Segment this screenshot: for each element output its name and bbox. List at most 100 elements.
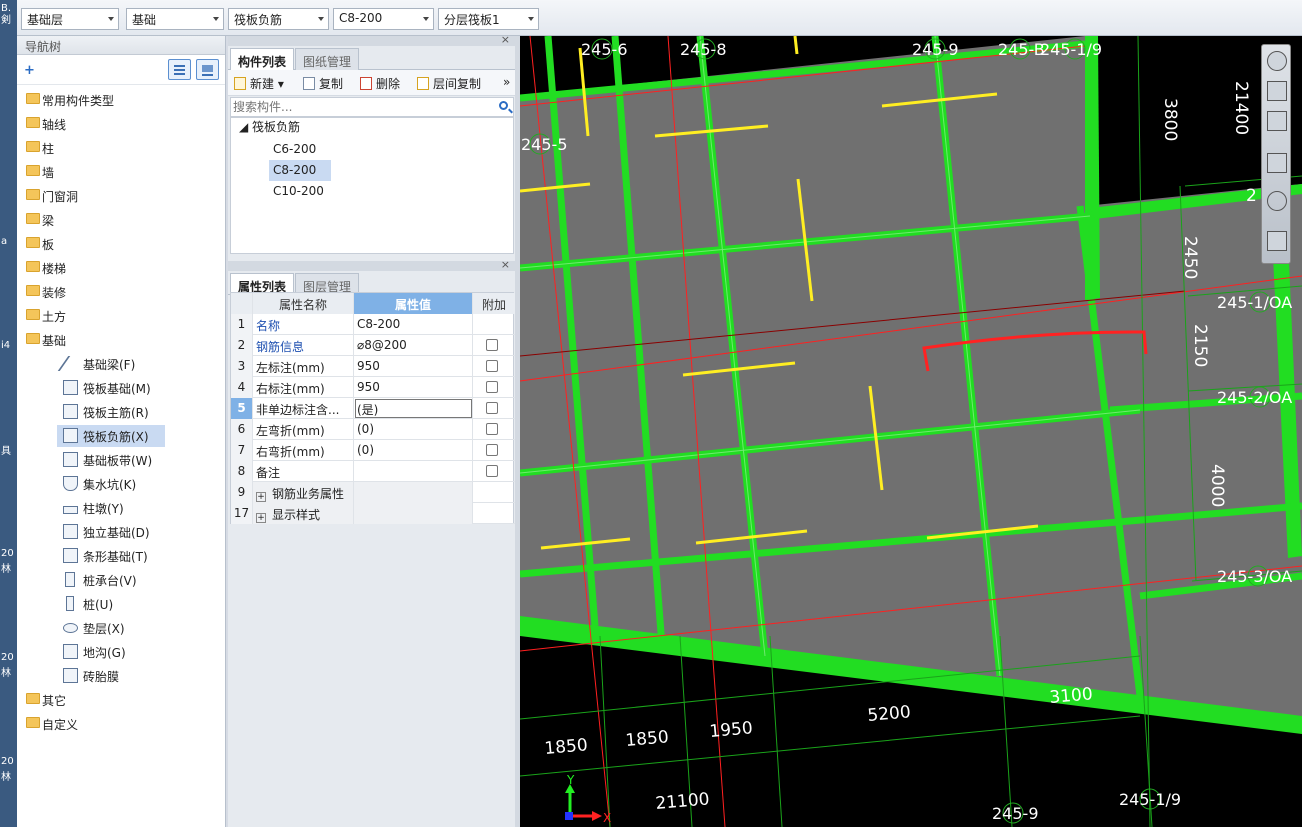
additional-checkbox[interactable] — [486, 360, 498, 372]
sub-item-brick-mold[interactable]: 砖胎膜 — [57, 665, 165, 687]
sub-item-pile[interactable]: 桩(U) — [57, 593, 165, 615]
floor-copy-button[interactable]: 层间复制 — [417, 75, 481, 92]
orbit-icon[interactable] — [1267, 51, 1287, 71]
header-value: 属性值 — [354, 293, 473, 314]
new-button[interactable]: 新建 ▾ — [234, 75, 284, 92]
tab-drawing-management[interactable]: 图纸管理 — [295, 48, 360, 70]
sub-item-strip-footing[interactable]: 条形基础(T) — [57, 545, 165, 567]
icon-view-button[interactable] — [196, 59, 219, 80]
folder-icon — [26, 693, 40, 704]
tree-item-axis[interactable]: 轴线 — [17, 113, 217, 135]
more-button[interactable]: » — [503, 75, 510, 89]
sub-item-pile-cap[interactable]: 桩承台(V) — [57, 569, 165, 591]
tree-item-slab[interactable]: 板 — [17, 233, 217, 255]
additional-checkbox[interactable] — [486, 339, 498, 351]
tree-item-label: 轴线 — [42, 118, 67, 132]
property-add — [473, 461, 515, 482]
property-value[interactable]: (0) — [354, 440, 473, 461]
sub-item-foundation-strip[interactable]: 基础板带(W) — [57, 449, 165, 471]
raft-slab — [520, 36, 1302, 726]
property-row[interactable]: 2 钢筋信息 ⌀8@200 — [231, 335, 515, 356]
property-row[interactable]: 7 右弯折(mm) (0) — [231, 440, 515, 461]
property-row[interactable]: 9 + 钢筋业务属性 — [231, 482, 515, 503]
copy-button[interactable]: 复制 — [303, 75, 343, 92]
tree-item-custom[interactable]: 自定义 — [17, 713, 217, 735]
property-add — [473, 503, 515, 524]
tree-item-label: 土方 — [42, 310, 67, 324]
tree-item-other[interactable]: 其它 — [17, 689, 217, 711]
rotate-icon[interactable] — [1267, 191, 1287, 211]
property-value[interactable]: ⌀8@200 — [354, 335, 473, 356]
property-row[interactable]: 8 备注 — [231, 461, 515, 482]
tree-item-common[interactable]: 常用构件类型 — [17, 89, 217, 111]
tree-item-foundation[interactable]: 基础 — [17, 329, 217, 351]
property-value[interactable]: C8-200 — [354, 314, 473, 335]
sub-item-isolated-footing[interactable]: 独立基础(D) — [57, 521, 165, 543]
property-value[interactable]: 950 — [354, 356, 473, 377]
tree-item-stairs[interactable]: 楼梯 — [17, 257, 217, 279]
collapse-icon: ◢ — [239, 120, 253, 134]
component-type-select[interactable]: 筏板负筋 — [228, 8, 329, 30]
expand-icon[interactable]: + — [256, 513, 266, 523]
search-icon[interactable] — [499, 101, 508, 110]
tree-item-openings[interactable]: 门窗洞 — [17, 185, 217, 207]
tab-component-list[interactable]: 构件列表 — [230, 48, 295, 71]
property-row[interactable]: 5 非单边标注含... (是) — [231, 398, 515, 419]
sub-item-sump[interactable]: 集水坑(K) — [57, 473, 165, 495]
layer-select[interactable]: 分层筏板1 — [438, 8, 539, 30]
additional-checkbox[interactable] — [486, 381, 498, 393]
property-value[interactable]: (0) — [354, 419, 473, 440]
axis-label: 245-6 — [581, 40, 628, 59]
folder-icon — [26, 285, 40, 296]
section-icon[interactable] — [1267, 231, 1287, 251]
property-value[interactable]: (是) — [354, 398, 473, 419]
chevron-down-icon — [528, 17, 534, 21]
sub-item-raft-foundation[interactable]: 筏板基础(M) — [57, 377, 165, 399]
tree-root[interactable]: ◢ 筏板负筋 — [239, 118, 300, 139]
search-input[interactable] — [231, 98, 486, 116]
component-item[interactable]: C10-200 — [269, 181, 335, 202]
tree-item-wall[interactable]: 墙 — [17, 161, 217, 183]
close-icon[interactable]: × — [501, 33, 510, 46]
sub-item-cushion[interactable]: 垫层(X) — [57, 617, 165, 639]
list-view-button[interactable] — [168, 59, 191, 80]
tree-item-earthwork[interactable]: 土方 — [17, 305, 217, 327]
component-item-selected[interactable]: C8-200 — [269, 160, 331, 181]
property-value[interactable] — [354, 482, 473, 503]
sub-item-column-pier[interactable]: 柱墩(Y) — [57, 497, 165, 519]
sub-item-raft-main-rebar[interactable]: 筏板主筋(R) — [57, 401, 165, 423]
view-3d-icon[interactable] — [1267, 81, 1287, 101]
property-row[interactable]: 4 右标注(mm) 950 — [231, 377, 515, 398]
expand-icon[interactable]: + — [256, 492, 266, 502]
sub-item-trench[interactable]: 地沟(G) — [57, 641, 165, 663]
axis-label: 245-8 — [680, 40, 727, 59]
property-row[interactable]: 1 名称 C8-200 — [231, 314, 515, 335]
add-icon[interactable]: + — [24, 63, 35, 78]
property-row[interactable]: 3 左标注(mm) 950 — [231, 356, 515, 377]
sub-item-label: 基础板带(W) — [83, 454, 153, 468]
sub-item-raft-negative-rebar[interactable]: 筏板负筋(X) — [57, 425, 165, 447]
additional-checkbox[interactable] — [486, 465, 498, 477]
property-value[interactable]: 950 — [354, 377, 473, 398]
view-top-icon[interactable] — [1267, 111, 1287, 131]
tree-item-decoration[interactable]: 装修 — [17, 281, 217, 303]
category-select[interactable]: 基础 — [126, 8, 224, 30]
property-value[interactable] — [354, 461, 473, 482]
additional-checkbox[interactable] — [486, 423, 498, 435]
component-item[interactable]: C6-200 — [269, 139, 329, 160]
floor-select[interactable]: 基础层 — [21, 8, 119, 30]
additional-checkbox[interactable] — [486, 402, 498, 414]
sub-item-label: 桩承台(V) — [83, 574, 137, 588]
tree-item-column[interactable]: 柱 — [17, 137, 217, 159]
component-select[interactable]: C8-200 — [333, 8, 434, 30]
property-value[interactable] — [354, 503, 473, 524]
view-cube-icon[interactable] — [1267, 153, 1287, 173]
sub-item-foundation-beam[interactable]: 基础梁(F) — [57, 353, 165, 375]
property-row[interactable]: 17 + 显示样式 — [231, 503, 515, 524]
additional-checkbox[interactable] — [486, 444, 498, 456]
drawing-canvas[interactable]: 245-6 245-8 245-9 245-B 245-1/9 245-5 245-1/OA… — [520, 36, 1302, 827]
close-icon[interactable]: × — [501, 258, 510, 271]
delete-button[interactable]: 删除 — [360, 75, 400, 92]
property-row[interactable]: 6 左弯折(mm) (0) — [231, 419, 515, 440]
tree-item-beam[interactable]: 梁 — [17, 209, 217, 231]
